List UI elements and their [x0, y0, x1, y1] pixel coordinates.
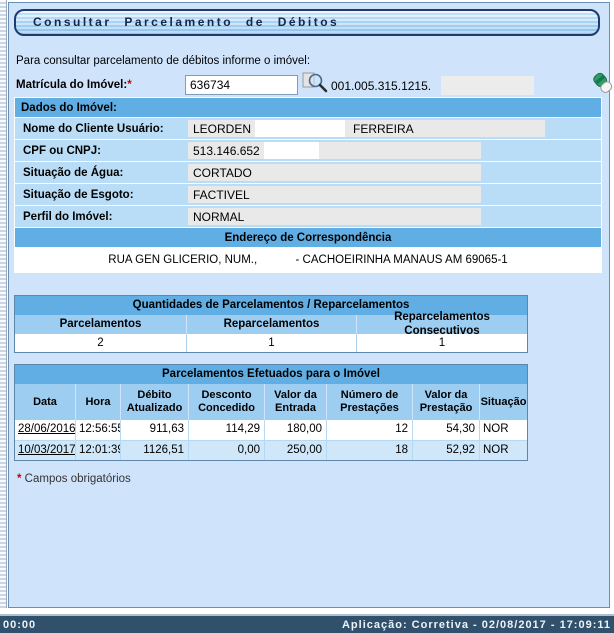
situacao-esgoto-value-field: FACTIVEL — [188, 186, 481, 203]
situacao-agua-value-field: CORTADO — [188, 164, 481, 181]
situacao-agua-value: CORTADO — [193, 166, 252, 180]
field-row-cpf: CPF ou CNPJ: 513.146.652 — [15, 140, 601, 162]
cpf-label: CPF ou CNPJ: — [15, 145, 188, 157]
left-scrollbar-strip[interactable] — [0, 0, 7, 608]
parcelamentos-title: Parcelamentos Efetuados para o Imóvel — [15, 365, 527, 384]
dados-imovel-header: Dados do Imóvel: — [15, 98, 601, 118]
status-application-info: Aplicação: Corretiva - 02/08/2017 - 17:0… — [342, 619, 611, 631]
matricula-input[interactable] — [185, 75, 298, 95]
col-valor-entrada: Valor da Entrada — [264, 384, 326, 420]
col-reparcelamentos: Reparcelamentos — [186, 315, 356, 334]
cpf-value-field: 513.146.652 — [188, 142, 481, 159]
field-row-situacao-esgoto: Situação de Esgoto: FACTIVEL — [15, 184, 601, 206]
cell-hora: 12:01:39 — [75, 441, 120, 460]
col-numero-prestacoes: Número de Prestações — [326, 384, 412, 420]
parcelamentos-count: 2 — [15, 334, 186, 352]
col-data: Data — [15, 384, 75, 420]
status-bar: 00:00 Aplicação: Corretiva - 02/08/2017 … — [0, 614, 614, 633]
situacao-agua-label: Situação de Água: — [15, 167, 188, 179]
endereco-value: RUA GEN GLICERIO, NUM., - CACHOEIRINHA M… — [15, 248, 601, 272]
reparcelamentos-count: 1 — [186, 334, 356, 352]
cell-valor-prestacao: 52,92 — [412, 441, 479, 460]
reparcelamentos-consecutivos-count: 1 — [356, 334, 527, 352]
field-row-perfil: Perfil do Imóvel: NORMAL — [15, 206, 601, 228]
endereco-header: Endereço de Correspondência — [15, 228, 601, 248]
required-fields-text: Campos obrigatórios — [21, 473, 130, 485]
intro-text: Para consultar parcelamento de débitos i… — [16, 55, 310, 67]
nome-label: Nome do Cliente Usuário: — [15, 123, 188, 135]
field-row-situacao-agua: Situação de Água: CORTADO — [15, 162, 601, 184]
cell-desconto: 0,00 — [188, 441, 264, 460]
cell-debito: 1126,51 — [120, 441, 188, 460]
cell-debito: 911,63 — [120, 420, 188, 440]
col-valor-prestacao: Valor da Prestação — [412, 384, 479, 420]
perfil-value-field: NORMAL — [188, 208, 481, 225]
date-link[interactable]: 10/03/2017 — [18, 444, 75, 456]
cell-entrada: 180,00 — [264, 420, 326, 440]
col-debito-atualizado: Débito Atualizado — [120, 384, 188, 420]
inscricao-redacted-field — [441, 76, 534, 95]
page-title: Consultar Parcelamento de Débitos — [14, 9, 600, 36]
cpf-value: 513.146.652 — [193, 144, 260, 158]
quantidades-table: Quantidades de Parcelamentos / Reparcela… — [14, 295, 528, 353]
required-fields-note: * Campos obrigatórios — [17, 473, 131, 485]
table-row: 28/06/2016 12:56:55 911,63 114,29 180,00… — [15, 420, 527, 440]
redaction-block — [264, 142, 319, 159]
perfil-value: NORMAL — [193, 210, 244, 224]
col-parcelamentos: Parcelamentos — [15, 315, 186, 334]
status-timer: 00:00 — [3, 619, 36, 631]
cell-data: 10/03/2017 — [15, 441, 75, 460]
table-row: 10/03/2017 12:01:39 1126,51 0,00 250,00 … — [15, 440, 527, 460]
date-link[interactable]: 28/06/2016 — [18, 423, 75, 435]
situacao-esgoto-label: Situação de Esgoto: — [15, 189, 188, 201]
eraser-icon[interactable] — [591, 71, 614, 98]
nome-value-suffix: FERREIRA — [353, 122, 414, 136]
cell-situacao: NOR — [479, 441, 527, 460]
quantidades-values-row: 2 1 1 — [15, 334, 527, 352]
cell-valor-prestacao: 54,30 — [412, 420, 479, 440]
quantidades-header-row: Parcelamentos Reparcelamentos Reparcelam… — [15, 315, 527, 334]
required-asterisk: * — [127, 79, 131, 91]
situacao-esgoto-value: FACTIVEL — [193, 188, 250, 202]
col-reparcelamentos-consecutivos: Reparcelamentos Consecutivos — [356, 315, 527, 334]
cell-situacao: NOR — [479, 420, 527, 440]
col-hora: Hora — [75, 384, 120, 420]
main-panel: Consultar Parcelamento de Débitos Para c… — [8, 2, 610, 608]
col-situacao: Situação — [479, 384, 527, 420]
cell-desconto: 114,29 — [188, 420, 264, 440]
cell-entrada: 250,00 — [264, 441, 326, 460]
parcelamentos-table: Parcelamentos Efetuados para o Imóvel Da… — [14, 364, 528, 461]
dados-imovel-section: Dados do Imóvel: Nome do Cliente Usuário… — [14, 97, 602, 273]
cell-num-prestacoes: 12 — [326, 420, 412, 440]
nome-value: LEORDEN — [193, 122, 251, 136]
inscricao-value: 001.005.315.1215. — [331, 79, 431, 93]
perfil-label: Perfil do Imóvel: — [15, 211, 188, 223]
redaction-block — [255, 120, 345, 137]
col-desconto-concedido: Desconto Concedido — [188, 384, 264, 420]
search-icon[interactable] — [302, 71, 329, 97]
field-row-nome: Nome do Cliente Usuário: LEORDEN FERREIRA — [15, 118, 601, 140]
cell-data: 28/06/2016 — [15, 420, 75, 440]
matricula-label-text: Matrícula do Imóvel: — [16, 79, 127, 91]
cell-hora: 12:56:55 — [75, 420, 120, 440]
parcelamentos-header-row: Data Hora Débito Atualizado Desconto Con… — [15, 384, 527, 420]
nome-value-field: LEORDEN FERREIRA — [188, 120, 545, 137]
matricula-label: Matrícula do Imóvel:* — [16, 79, 132, 91]
cell-num-prestacoes: 18 — [326, 441, 412, 460]
